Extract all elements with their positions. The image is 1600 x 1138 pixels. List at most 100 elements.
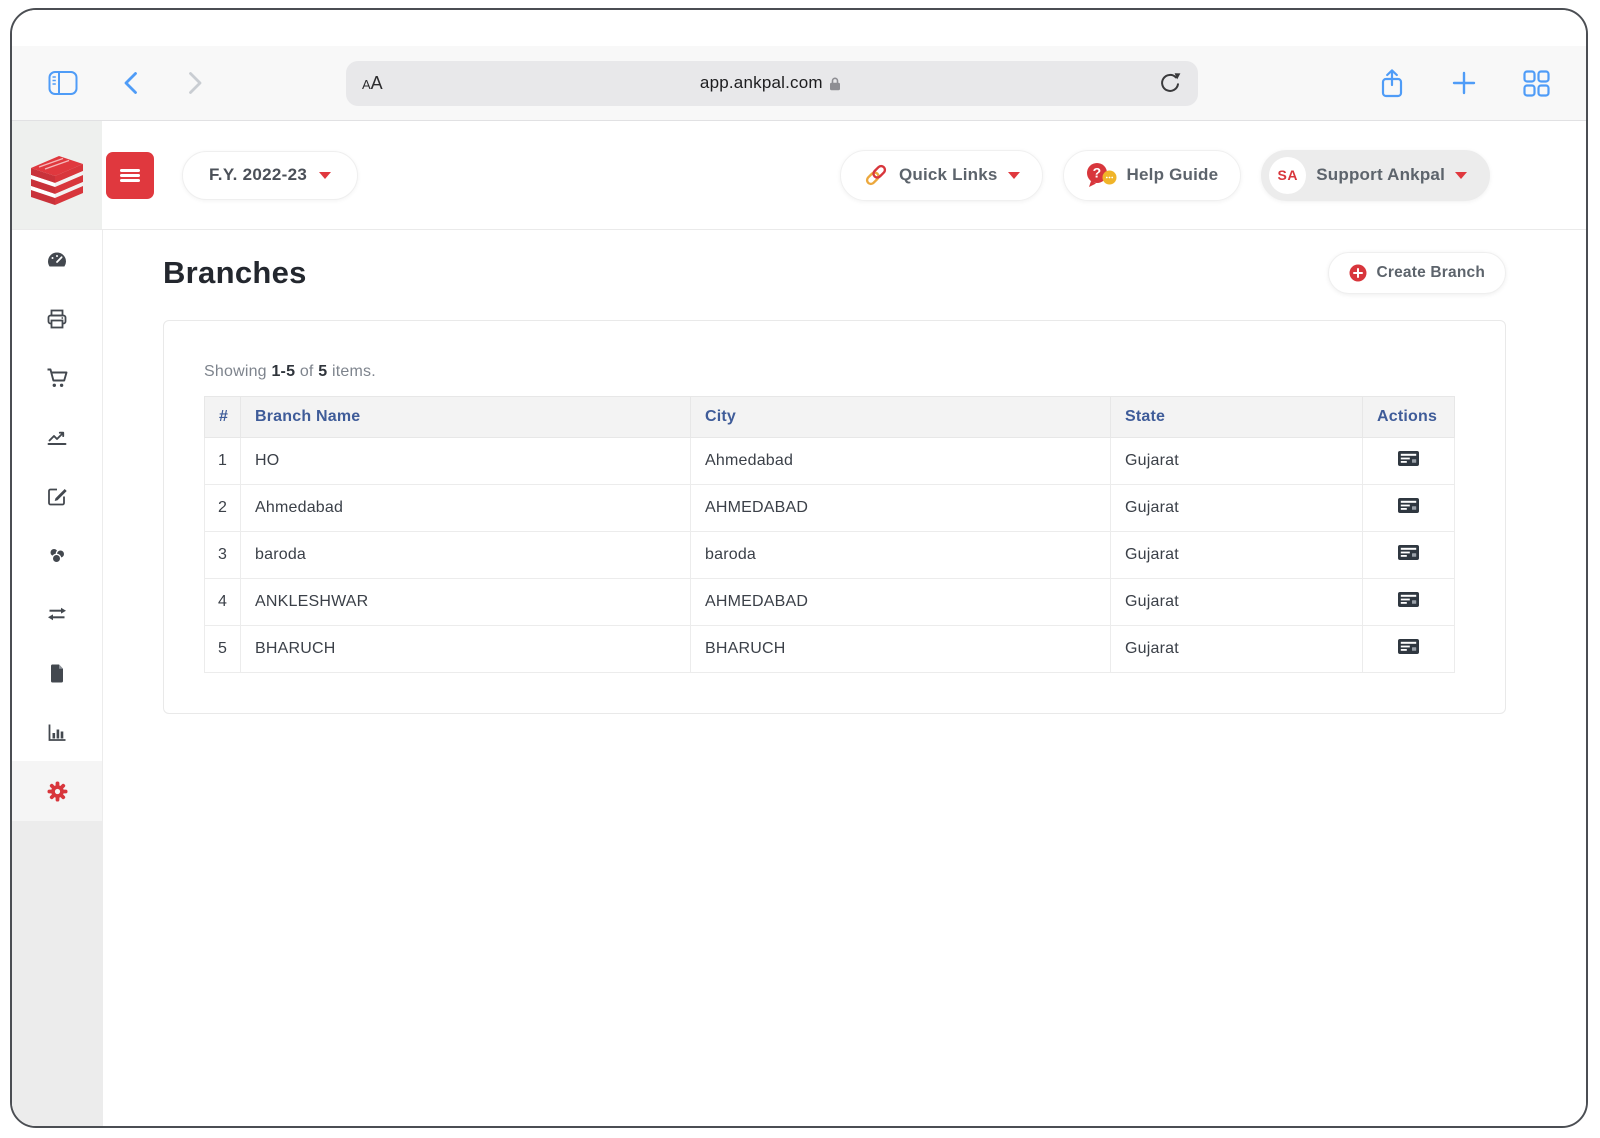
sidebar-item-purchases[interactable] xyxy=(12,348,102,407)
file-icon xyxy=(45,661,69,685)
row-actions-button[interactable] xyxy=(1398,451,1419,466)
table-header-row: #Branch NameCityStateActions xyxy=(205,397,1455,438)
row-actions-button[interactable] xyxy=(1398,545,1419,560)
sidebar-toggle-button[interactable] xyxy=(48,70,78,96)
sidebar-toggle-icon xyxy=(48,70,78,96)
nav-sidebar xyxy=(12,230,103,1126)
sidebar-item-dashboard[interactable] xyxy=(12,230,102,289)
fiscal-year-dropdown[interactable]: F.Y. 2022-23 xyxy=(182,151,358,200)
address-card-icon xyxy=(1398,639,1419,654)
state-cell: Gujarat xyxy=(1111,485,1363,532)
help-guide-label: Help Guide xyxy=(1127,165,1219,185)
address-card-icon xyxy=(1398,451,1419,466)
sidebar-footer-area xyxy=(12,821,102,1126)
create-branch-label: Create Branch xyxy=(1376,264,1485,282)
city-cell: BHARUCH xyxy=(691,626,1111,673)
url-text-group: app.ankpal.com xyxy=(383,73,1158,93)
quick-links-dropdown[interactable]: Quick Links xyxy=(840,150,1043,201)
help-guide-button[interactable]: ? Help Guide xyxy=(1063,150,1242,201)
branch-name-cell: baroda xyxy=(241,532,691,579)
page-title: Branches xyxy=(163,255,307,291)
hamburger-icon xyxy=(120,167,140,184)
actions-cell xyxy=(1363,532,1455,579)
row-index-cell: 5 xyxy=(205,626,241,673)
table-row: 4 ANKLESHWAR AHMEDABAD Gujarat xyxy=(205,579,1455,626)
city-cell: Ahmedabad xyxy=(691,438,1111,485)
new-tab-button[interactable] xyxy=(1451,70,1477,96)
city-cell: AHMEDABAD xyxy=(691,579,1111,626)
reload-icon xyxy=(1158,70,1182,96)
back-button[interactable] xyxy=(120,69,142,97)
forward-chevron-icon xyxy=(184,69,206,97)
sidebar-item-coins[interactable] xyxy=(12,525,102,584)
link-icon xyxy=(863,162,889,188)
url-text: app.ankpal.com xyxy=(700,73,823,93)
forward-button[interactable] xyxy=(184,69,206,97)
transfer-arrows-icon xyxy=(45,602,69,626)
branch-name-cell: BHARUCH xyxy=(241,626,691,673)
row-index-cell: 1 xyxy=(205,438,241,485)
safari-window: AA app.ankpal.com xyxy=(10,8,1588,1128)
city-cell: baroda xyxy=(691,532,1111,579)
row-actions-button[interactable] xyxy=(1398,592,1419,607)
avatar: SA xyxy=(1269,157,1306,194)
column-header[interactable]: State xyxy=(1111,397,1363,438)
branch-name-cell: ANKLESHWAR xyxy=(241,579,691,626)
row-index-cell: 2 xyxy=(205,485,241,532)
printer-icon xyxy=(45,307,69,331)
row-index-cell: 4 xyxy=(205,579,241,626)
plus-icon xyxy=(1451,70,1477,96)
sidebar-item-settings[interactable] xyxy=(12,761,102,821)
cart-icon xyxy=(45,366,69,390)
window-top-padding xyxy=(12,10,1586,46)
coins-icon xyxy=(45,543,69,567)
edit-icon xyxy=(45,484,69,508)
sidebar-item-print[interactable] xyxy=(12,289,102,348)
state-cell: Gujarat xyxy=(1111,438,1363,485)
actions-cell xyxy=(1363,438,1455,485)
showing-range: 1-5 xyxy=(271,363,295,380)
menu-button[interactable] xyxy=(106,152,154,199)
table-row: 1 HO Ahmedabad Gujarat xyxy=(205,438,1455,485)
address-bar[interactable]: AA app.ankpal.com xyxy=(346,61,1198,106)
help-icon: ? xyxy=(1086,162,1117,189)
app-header: F.Y. 2022-23 Quick Links xyxy=(12,121,1586,230)
column-header[interactable]: # xyxy=(205,397,241,438)
state-cell: Gujarat xyxy=(1111,532,1363,579)
account-dropdown[interactable]: SA Support Ankpal xyxy=(1261,150,1490,201)
sidebar-item-journal[interactable] xyxy=(12,466,102,525)
share-button[interactable] xyxy=(1379,68,1405,99)
tab-overview-button[interactable] xyxy=(1523,70,1550,97)
column-header[interactable]: Branch Name xyxy=(241,397,691,438)
row-actions-button[interactable] xyxy=(1398,498,1419,513)
ankpal-books-logo-icon xyxy=(24,144,90,206)
create-branch-button[interactable]: Create Branch xyxy=(1328,252,1506,294)
quick-links-label: Quick Links xyxy=(899,165,998,185)
fiscal-year-label: F.Y. 2022-23 xyxy=(209,165,307,185)
row-index-cell: 3 xyxy=(205,532,241,579)
sidebar-item-documents[interactable] xyxy=(12,643,102,702)
trending-chart-icon xyxy=(45,425,69,449)
branch-name-cell: Ahmedabad xyxy=(241,485,691,532)
reload-button[interactable] xyxy=(1158,70,1182,96)
showing-summary: Showing 1-5 of 5 items. xyxy=(204,363,1465,381)
address-card-icon xyxy=(1398,498,1419,513)
reader-mode-button[interactable]: AA xyxy=(362,74,383,92)
sidebar-item-sales-chart[interactable] xyxy=(12,407,102,466)
actions-cell xyxy=(1363,485,1455,532)
app-logo[interactable] xyxy=(12,121,102,229)
showing-mid: of xyxy=(300,363,314,380)
column-header[interactable]: City xyxy=(691,397,1111,438)
showing-total: 5 xyxy=(318,363,327,380)
account-name-label: Support Ankpal xyxy=(1316,165,1445,185)
bar-chart-icon xyxy=(45,720,69,744)
actions-cell xyxy=(1363,626,1455,673)
sidebar-item-transactions[interactable] xyxy=(12,584,102,643)
city-cell: AHMEDABAD xyxy=(691,485,1111,532)
actions-cell xyxy=(1363,579,1455,626)
dashboard-gauge-icon xyxy=(45,248,69,272)
column-header[interactable]: Actions xyxy=(1363,397,1455,438)
row-actions-button[interactable] xyxy=(1398,639,1419,654)
sidebar-item-reports[interactable] xyxy=(12,702,102,761)
table-row: 2 Ahmedabad AHMEDABAD Gujarat xyxy=(205,485,1455,532)
